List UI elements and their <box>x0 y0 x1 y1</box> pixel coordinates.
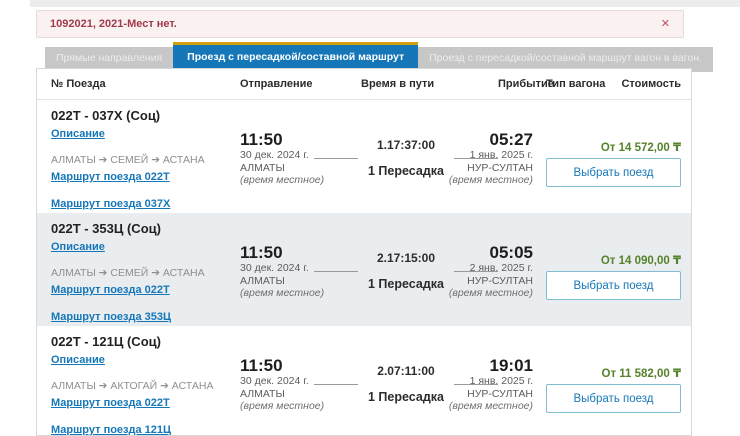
train-number: 022Т - 353Ц (Соц) <box>51 221 241 237</box>
duration-line <box>314 158 358 159</box>
train-route-link[interactable]: Маршрут поезда 022Т <box>51 284 170 297</box>
select-train-button[interactable]: Выбрать поезд <box>546 158 681 187</box>
train-route-link[interactable]: Маршрут поезда 121Ц <box>51 424 171 436</box>
train-info: 022Т - 353Ц (Соц) Описание АЛМАТЫ ➔ СЕМЕ… <box>51 221 241 325</box>
arrival-date: 1 янв. 2025 г. <box>449 375 533 388</box>
table-row: 022Т - 353Ц (Соц) Описание АЛМАТЫ ➔ СЕМЕ… <box>37 213 691 326</box>
arrival-info: 05:27 1 янв. 2025 г. НУР-СУЛТАН (время м… <box>449 130 533 187</box>
train-route-link[interactable]: Маршрут поезда 022Т <box>51 397 170 410</box>
price-from: От 11 582,00 ₸ <box>602 366 682 380</box>
alert-message: 1092021, 2021-Мест нет. <box>50 18 177 30</box>
table-header: № Поезда Отправление Время в пути Прибыт… <box>37 69 691 100</box>
close-icon[interactable]: ✕ <box>661 19 670 30</box>
arrival-time: 05:05 <box>449 243 533 262</box>
duration-line <box>314 384 358 385</box>
arrival-time-note: (время местное) <box>449 287 533 300</box>
arrival-time: 19:01 <box>449 356 533 375</box>
arrival-date: 2 янв. 2025 г. <box>449 262 533 275</box>
alert-banner: 1092021, 2021-Мест нет. ✕ <box>36 10 684 38</box>
header-car-type: Тип вагона <box>546 78 605 90</box>
arrival-info: 05:05 2 янв. 2025 г. НУР-СУЛТАН (время м… <box>449 243 533 300</box>
header-train-number: № Поезда <box>51 78 106 90</box>
price-from: От 14 572,00 ₸ <box>601 140 681 154</box>
price-from: От 14 090,00 ₸ <box>601 253 681 267</box>
train-number: 022Т - 121Ц (Соц) <box>51 334 241 350</box>
train-info: 022Т - 121Ц (Соц) Описание АЛМАТЫ ➔ АКТО… <box>51 334 241 436</box>
results-panel: № Поезда Отправление Время в пути Прибыт… <box>36 68 692 436</box>
train-info: 022Т - 037Х (Соц) Описание АЛМАТЫ ➔ СЕМЕ… <box>51 108 241 212</box>
train-number: 022Т - 037Х (Соц) <box>51 108 241 124</box>
top-strip <box>30 0 740 7</box>
select-train-button[interactable]: Выбрать поезд <box>546 271 681 300</box>
arrival-station: НУР-СУЛТАН <box>449 388 533 401</box>
description-link[interactable]: Описание <box>51 128 105 141</box>
arrival-time-note: (время местное) <box>449 174 533 187</box>
arrival-info: 19:01 1 янв. 2025 г. НУР-СУЛТАН (время м… <box>449 356 533 413</box>
arrival-station: НУР-СУЛТАН <box>449 162 533 175</box>
header-duration: Время в пути <box>361 78 434 90</box>
arrival-time: 05:27 <box>449 130 533 149</box>
description-link[interactable]: Описание <box>51 354 105 367</box>
route-stations: АЛМАТЫ ➔ АКТОГАЙ ➔ АСТАНА <box>51 380 241 393</box>
arrival-time-note: (время местное) <box>449 400 533 413</box>
table-row: 022Т - 037Х (Соц) Описание АЛМАТЫ ➔ СЕМЕ… <box>37 100 691 213</box>
header-departure: Отправление <box>240 78 313 90</box>
arrival-date: 1 янв. 2025 г. <box>449 149 533 162</box>
duration-line <box>314 271 358 272</box>
description-link[interactable]: Описание <box>51 241 105 254</box>
train-route-link[interactable]: Маршрут поезда 353Ц <box>51 311 171 324</box>
page: 1092021, 2021-Мест нет. ✕ Прямые направл… <box>0 0 740 436</box>
header-price: Стоимость <box>621 78 681 90</box>
table-row: 022Т - 121Ц (Соц) Описание АЛМАТЫ ➔ АКТО… <box>37 326 691 436</box>
train-route-link[interactable]: Маршрут поезда 037Х <box>51 198 170 211</box>
select-train-button[interactable]: Выбрать поезд <box>546 384 681 413</box>
route-stations: АЛМАТЫ ➔ СЕМЕЙ ➔ АСТАНА <box>51 154 241 167</box>
route-stations: АЛМАТЫ ➔ СЕМЕЙ ➔ АСТАНА <box>51 267 241 280</box>
train-route-link[interactable]: Маршрут поезда 022Т <box>51 171 170 184</box>
arrival-station: НУР-СУЛТАН <box>449 275 533 288</box>
